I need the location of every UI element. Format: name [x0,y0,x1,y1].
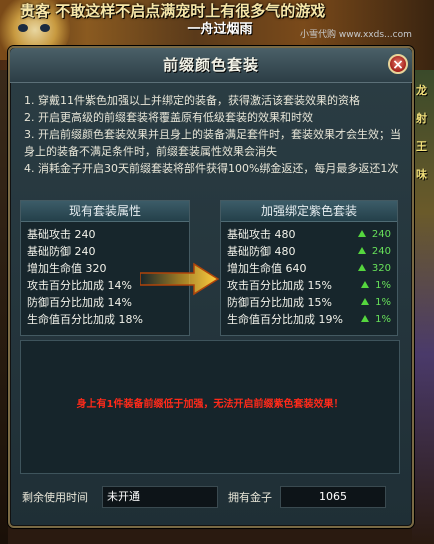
watermark: 小雪代购 www.xxds...com [300,30,412,40]
rule-line: 3. 开启前缀颜色套装效果并且身上的装备满足套件时，套装效果才会生效；当身上的装… [24,128,401,158]
attribute-row: 基础攻击 480 240 [227,226,391,243]
attribute-gain: 1% [361,277,391,294]
game-background-right: 龙 射 王 味 [412,70,434,544]
dialog-title: 前缀颜色套装 [162,56,259,74]
attribute-row: 防御百分比加成 14% [27,294,183,311]
rule-line: 2. 开启更高级的前缀套装将覆盖原有低级套装的效果和时效 [24,111,313,124]
attribute-text: 防御百分比加成 14% [27,296,132,309]
remaining-time-label: 剩余使用时间 [22,491,88,504]
arrow-up-icon [361,298,370,305]
arrow-up-icon [361,315,370,322]
attribute-gain: 1% [361,294,391,311]
rule-line: 4. 消耗金子开启30天前缀套装将部件获得100%绑金返还，每月最多返还1次 [24,162,399,175]
rule-line: 1. 穿戴11件紫色加强以上并绑定的装备，获得激活该套装效果的资格 [24,94,360,107]
attribute-row: 防御百分比加成 15% 1% [227,294,391,311]
attribute-row: 基础防御 240 [27,243,183,260]
gold-label: 拥有金子 [228,491,272,504]
upgrade-suit-panel: 加强绑定紫色套装 基础攻击 480 240 基础防御 480 240 增加生命值 6… [220,200,398,336]
background-glyph: 味 [416,168,427,181]
warning-message: 身上有1件装备前缀低于加强，无法开启前缀紫色套装效果！ [76,399,344,410]
attribute-text: 增加生命值 320 [27,262,107,275]
attribute-gain: 240 [357,243,391,260]
attribute-text: 攻击百分比加成 15% [227,279,332,292]
attribute-text: 基础攻击 480 [227,228,296,241]
gain-value: 1% [375,314,391,325]
scrolling-banner: 贵客 不敢这样不启点满宠时上有很多气的游戏 [20,2,326,20]
background-glyph: 射 [416,112,427,125]
attribute-row: 基础攻击 240 [27,226,183,243]
attribute-text: 增加生命值 640 [227,262,307,275]
attribute-row: 增加生命值 640 320 [227,260,391,277]
arrow-up-icon [357,247,366,254]
attribute-list: 基础攻击 480 240 基础防御 480 240 增加生命值 640 320 攻击百… [221,222,397,328]
attribute-text: 基础攻击 240 [27,228,96,241]
attribute-row: 生命值百分比加成 18% [27,311,183,328]
gain-value: 240 [371,246,391,257]
background-glyph: 龙 [416,84,427,97]
attribute-text: 生命值百分比加成 18% [27,313,143,326]
arrow-up-icon [357,230,366,237]
arrow-up-icon [361,281,370,288]
attribute-row: 基础防御 480 240 [227,243,391,260]
attribute-text: 防御百分比加成 15% [227,296,332,309]
gain-value: 1% [375,280,391,291]
close-button[interactable]: × [388,54,408,74]
gold-value: 1065 [280,486,386,508]
attribute-text: 基础防御 240 [27,245,96,258]
attribute-row: 生命值百分比加成 19% 1% [227,311,391,328]
gain-value: 240 [371,229,391,240]
gain-value: 320 [371,263,391,274]
attribute-gain: 1% [361,311,391,328]
arrow-up-icon [357,264,366,271]
panel-title: 现有套装属性 [21,201,189,222]
remaining-time-value: 未开通 [102,486,218,508]
panel-title: 加强绑定紫色套装 [221,201,397,222]
game-background-left [0,70,8,544]
attribute-text: 生命值百分比加成 19% [227,313,343,326]
background-glyph: 王 [416,140,427,153]
suit-dialog: 前缀颜色套装 × 1. 穿戴11件紫色加强以上并绑定的装备，获得激活该套装效果的… [8,46,414,528]
title-bar[interactable]: 前缀颜色套装 × [10,48,412,83]
attribute-text: 基础防御 480 [227,245,296,258]
zone-name: 一舟过烟雨 [187,22,253,37]
lion-eye [18,24,28,32]
attribute-row: 攻击百分比加成 15% 1% [227,277,391,294]
attribute-text: 攻击百分比加成 14% [27,279,132,292]
attribute-gain: 320 [357,260,391,277]
gain-value: 1% [375,297,391,308]
lion-eye [40,24,50,32]
attribute-gain: 240 [357,226,391,243]
upgrade-arrow-icon [140,262,220,296]
message-area: 身上有1件装备前缀低于加强，无法开启前缀紫色套装效果！ [20,340,400,474]
